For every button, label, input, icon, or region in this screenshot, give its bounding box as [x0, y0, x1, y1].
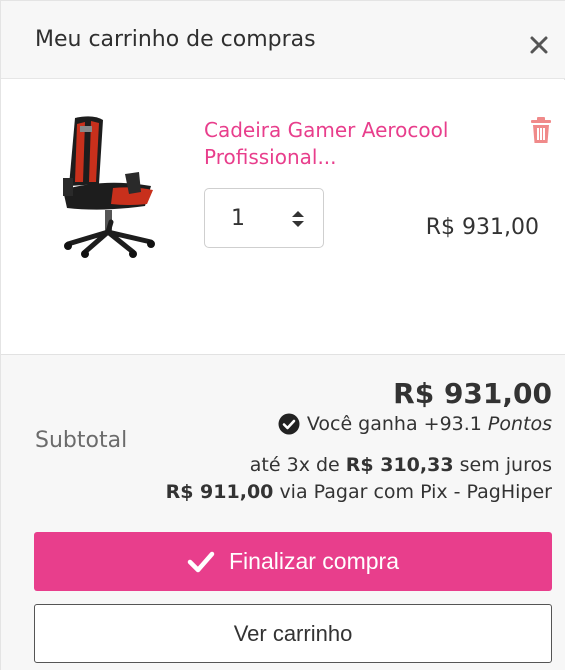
pix-info: R$ 911,00 via Pagar com Pix - PagHiper	[166, 481, 552, 503]
subtotal-value: R$ 931,00	[393, 377, 552, 410]
cart-header: Meu carrinho de compras	[1, 1, 565, 79]
view-cart-button[interactable]: Ver carrinho	[34, 604, 552, 663]
points-text: Você ganha +93.1	[306, 413, 482, 435]
installments-info: até 3x de R$ 310,33 sem juros	[250, 454, 552, 476]
product-name-line1: Cadeira Gamer Aerocool	[204, 118, 449, 142]
cart-panel: Meu carrinho de compras Cadeira Gamer Ae…	[0, 0, 565, 670]
product-name-line2: Profissional...	[204, 145, 337, 169]
check-icon	[187, 551, 215, 573]
installments-suffix: sem juros	[459, 454, 552, 476]
item-price: R$ 931,00	[425, 215, 539, 240]
quantity-stepper[interactable]: 1	[204, 188, 324, 248]
points-unit: Pontos	[487, 413, 552, 435]
checkout-button[interactable]: Finalizar compra	[34, 532, 552, 591]
pix-suffix: via Pagar com Pix - PagHiper	[279, 481, 552, 503]
pix-value: R$ 911,00	[165, 481, 274, 503]
cart-summary: Subtotal R$ 931,00 Você ganha +93.1 Pont…	[1, 354, 565, 670]
reward-points: Você ganha +93.1 Pontos	[278, 413, 552, 435]
product-name-link[interactable]: Cadeira Gamer Aerocool Profissional...	[204, 117, 504, 171]
trash-icon[interactable]	[528, 116, 554, 144]
check-circle-icon	[278, 413, 300, 435]
subtotal-label: Subtotal	[35, 428, 128, 453]
view-cart-label: Ver carrinho	[233, 620, 353, 646]
quantity-value: 1	[231, 206, 245, 231]
sort-arrows-icon[interactable]	[291, 210, 305, 228]
installments-prefix: até 3x de	[249, 454, 340, 476]
gaming-chair-image[interactable]	[33, 112, 181, 260]
installments-value: R$ 310,33	[345, 454, 454, 476]
close-icon[interactable]	[525, 31, 553, 59]
cart-item: Cadeira Gamer Aerocool Profissional... 1	[1, 80, 565, 354]
checkout-label: Finalizar compra	[229, 548, 399, 574]
cart-title: Meu carrinho de compras	[35, 27, 316, 52]
